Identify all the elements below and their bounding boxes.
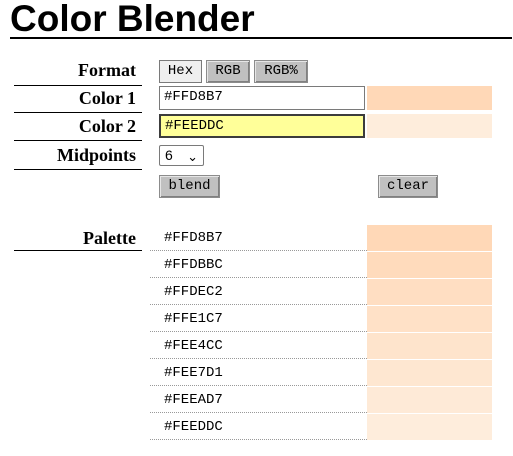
- blend-button[interactable]: blend: [159, 175, 220, 198]
- palette-hex: #FFDEC2: [164, 284, 223, 300]
- palette-swatch: [367, 252, 492, 278]
- palette-swatch: [367, 333, 492, 359]
- page-title: Color Blender: [10, 0, 255, 39]
- palette-hex: #FEE4CC: [164, 338, 223, 354]
- format-label-rule: [14, 85, 142, 86]
- format-rgb-percent-button[interactable]: RGB%: [254, 60, 308, 83]
- color1-label-rule: [14, 112, 142, 113]
- color2-input[interactable]: #FEEDDC: [159, 114, 365, 138]
- palette-swatch: [367, 225, 492, 251]
- midpoints-select-value: 6: [165, 147, 173, 163]
- palette-hex: #FFE1C7: [164, 311, 223, 327]
- color1-label: Color 1: [78, 88, 136, 108]
- color1-swatch: [367, 86, 492, 110]
- color1-input[interactable]: #FFD8B7: [159, 86, 365, 110]
- palette-hex: #FFD8B7: [164, 230, 223, 246]
- palette-swatch: [367, 306, 492, 332]
- clear-button[interactable]: clear: [378, 175, 438, 198]
- color2-swatch: [367, 114, 492, 138]
- format-hex-button[interactable]: Hex: [159, 60, 202, 83]
- midpoints-select[interactable]: 6 ⌄: [159, 145, 204, 166]
- color2-label: Color 2: [78, 116, 136, 136]
- chevron-down-icon: ⌄: [187, 149, 198, 164]
- color2-label-rule: [14, 140, 142, 141]
- palette-swatch: [367, 279, 492, 305]
- palette-label-rule: [14, 250, 142, 251]
- palette-hex: #FEE7D1: [164, 365, 223, 381]
- midpoints-label: Midpoints: [56, 145, 136, 165]
- palette-label: Palette: [83, 228, 136, 248]
- palette-swatch: [367, 387, 492, 413]
- palette-hex: #FFDBBC: [164, 257, 223, 273]
- palette-swatch: [367, 414, 492, 440]
- title-underline: [10, 37, 512, 39]
- format-rgb-button[interactable]: RGB: [206, 60, 250, 83]
- palette-hex: #FEEDDC: [164, 419, 223, 435]
- format-label: Format: [78, 60, 136, 80]
- midpoints-label-rule: [14, 169, 142, 170]
- palette-hex: #FEEAD7: [164, 392, 223, 408]
- color-blender-page: Color Blender Format Hex RGB RGB% Color …: [0, 0, 513, 456]
- palette-swatch: [367, 360, 492, 386]
